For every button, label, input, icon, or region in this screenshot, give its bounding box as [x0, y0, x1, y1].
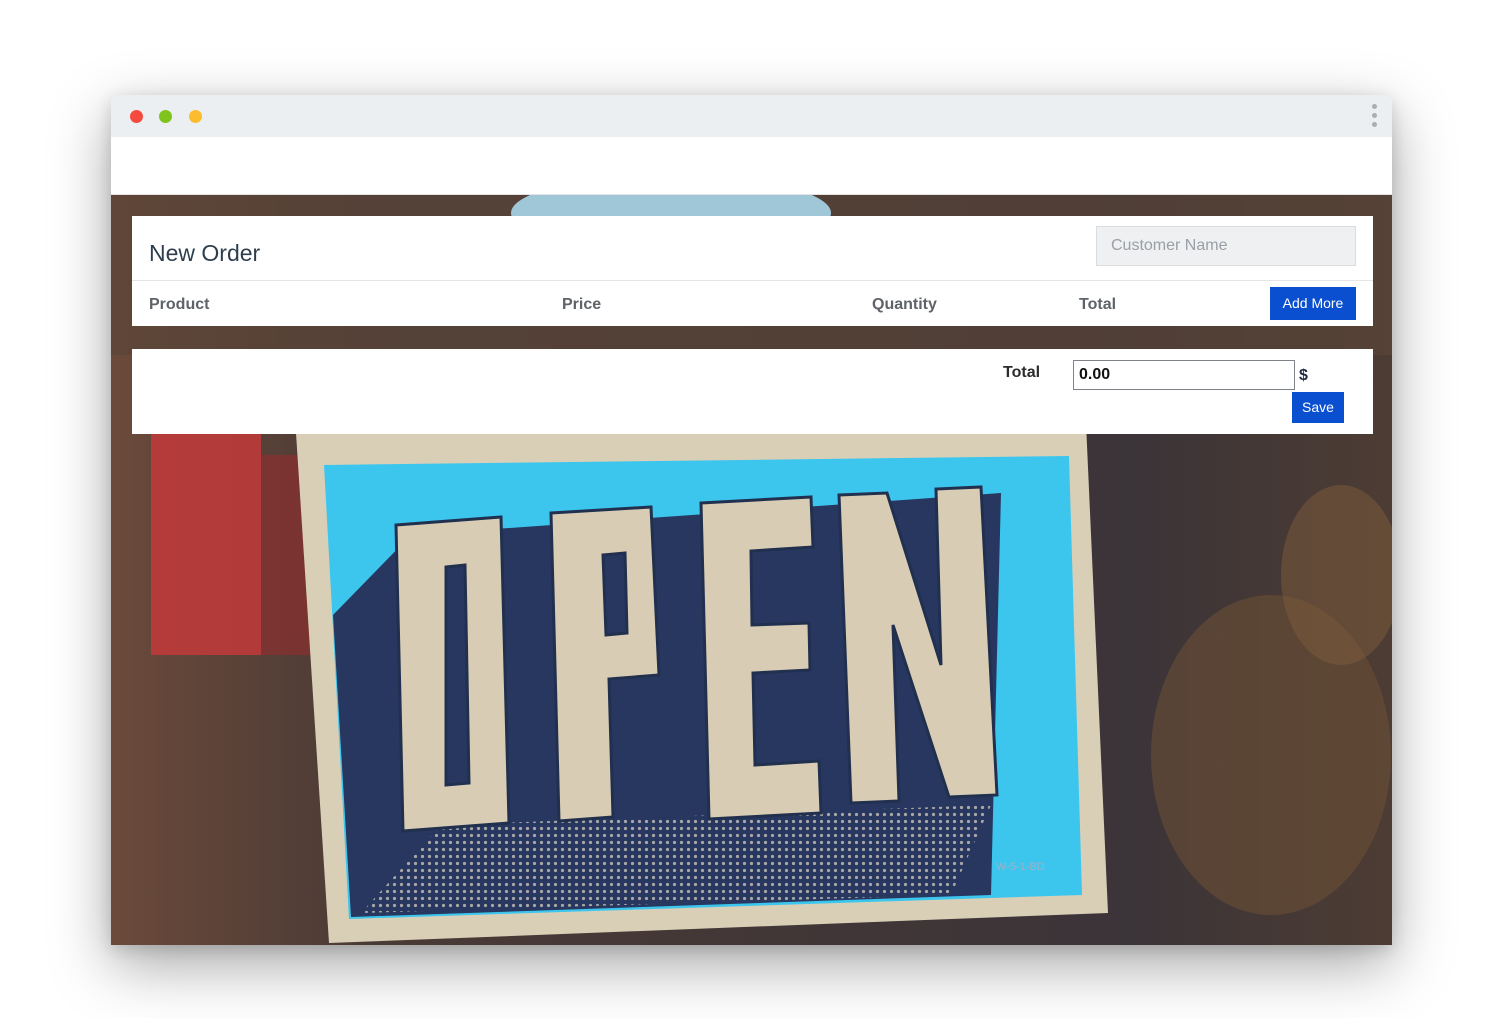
column-header-price: Price	[562, 296, 602, 313]
header-divider	[132, 280, 1373, 281]
maximize-dot-icon[interactable]	[159, 110, 172, 123]
add-more-button[interactable]: Add More	[1270, 287, 1356, 320]
page-title: New Order	[149, 240, 261, 266]
total-label: Total	[1003, 364, 1041, 381]
column-header-quantity: Quantity	[872, 296, 937, 313]
total-amount-input[interactable]	[1073, 360, 1295, 390]
close-dot-icon[interactable]	[130, 110, 143, 123]
column-header-total: Total	[1079, 296, 1117, 313]
kebab-menu-icon[interactable]	[1370, 104, 1378, 130]
customer-name-input[interactable]	[1096, 226, 1356, 266]
app-header	[111, 137, 1392, 195]
save-button[interactable]: Save	[1292, 392, 1344, 423]
currency-symbol: $	[1299, 367, 1308, 384]
svg-text:W-5-1-BD: W-5-1-BD	[996, 861, 1045, 873]
order-summary-panel: Total $ Save	[132, 349, 1373, 434]
minimize-dot-icon[interactable]	[189, 110, 202, 123]
column-header-product: Product	[149, 296, 210, 313]
window-titlebar	[111, 95, 1392, 137]
browser-window: W-5-1-BD New Order Product Price Quantit…	[111, 95, 1392, 945]
new-order-panel: New Order Product Price Quantity Total A…	[132, 216, 1373, 326]
